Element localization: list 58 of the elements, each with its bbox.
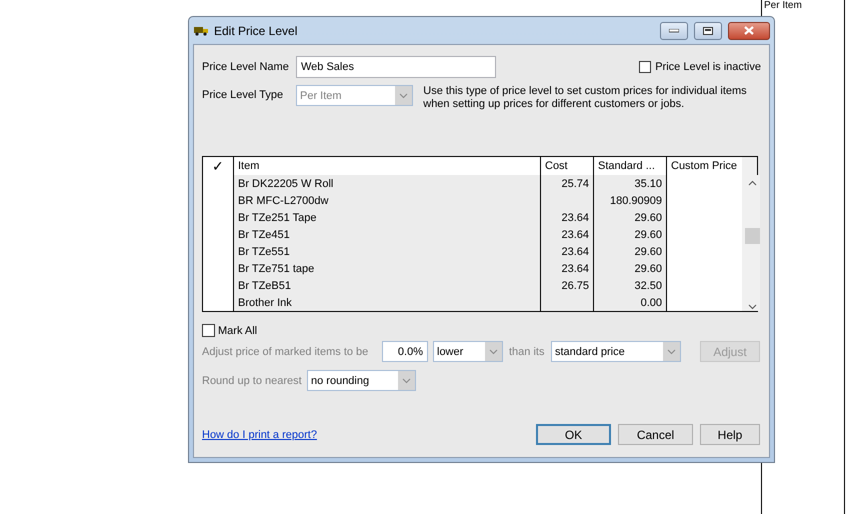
table-cell: 29.60 [594,226,666,243]
table-cell: BR MFC-L2700dw [234,192,540,209]
maximize-button[interactable] [694,22,722,40]
table-cell: Br TZe751 tape [234,260,540,277]
minimize-icon [669,28,679,32]
truck-icon [194,26,208,36]
dialog-button[interactable]: OK [536,424,611,445]
close-button[interactable] [728,22,770,40]
table-cell: 25.74 [540,175,594,192]
checkbox-label: Mark All [218,324,258,336]
table-cell: 23.64 [540,226,594,243]
maximize-icon [703,26,713,34]
table-cell: 180.90909 [594,192,666,209]
window-title: Edit Price Level [214,24,298,38]
name-input-field[interactable]: Web Sales [296,56,496,78]
table-cell: 29.60 [594,243,666,260]
column-header[interactable]: ✓ [202,156,234,175]
table-cell: 29.60 [594,209,666,226]
table-cell: 32.50 [594,277,666,294]
minimize-button[interactable] [660,22,688,40]
chevron-down-icon [399,92,408,98]
column-text: Per Item [763,0,803,11]
chevron-down-icon [667,348,676,354]
dialog-button[interactable]: Cancel [618,424,693,445]
table-cell: Br TZe551 [234,243,540,260]
table-cell: Brother Ink [234,294,540,312]
chevron-down-icon [748,302,756,311]
table-cell: 23.64 [540,209,594,226]
than-label: than its [509,346,546,358]
chevron-down-icon [402,378,411,384]
table-cell: Br DK22205 W Roll [234,175,540,192]
table-cell: 0.00 [594,294,666,312]
adjust-label: Adjust price of marked items to be [202,346,370,358]
table-cell: Br TZe451 [234,226,540,243]
field-label: Price Level Name [202,61,290,73]
chevron-up-icon [748,179,756,188]
chevron-down-icon [489,348,498,354]
table-cell: 23.64 [540,243,594,260]
field-label: Price Level Type [202,89,284,101]
column-header[interactable]: Custom Price [666,156,742,175]
type-description: Use this type of price level to set custom prices for individual items when setting up prices for different customers or jobs. [423,85,748,111]
column-header[interactable]: Item [234,156,540,175]
column-header[interactable]: Standard ... [594,156,666,175]
table-cell: 35.10 [594,175,666,192]
table-cell: 23.64 [540,260,594,277]
close-icon [744,26,754,35]
scrollbar-thumb[interactable] [744,228,760,244]
help-link[interactable]: How do I print a report? [202,428,317,440]
table-cell: 29.60 [594,260,666,277]
column-header[interactable]: Cost [540,156,594,175]
dialog-button[interactable]: Help [700,424,760,445]
scrollbar[interactable] [744,175,760,311]
rounding-label: Round up to nearest [202,374,303,386]
mark-all-checkbox[interactable] [202,324,215,337]
checkbox-label: Price Level is inactive [655,61,761,73]
table-cell: Br TZeB51 [234,277,540,294]
table-cell: Br TZe251 Tape [234,209,540,226]
table-cell: 26.75 [540,277,594,294]
